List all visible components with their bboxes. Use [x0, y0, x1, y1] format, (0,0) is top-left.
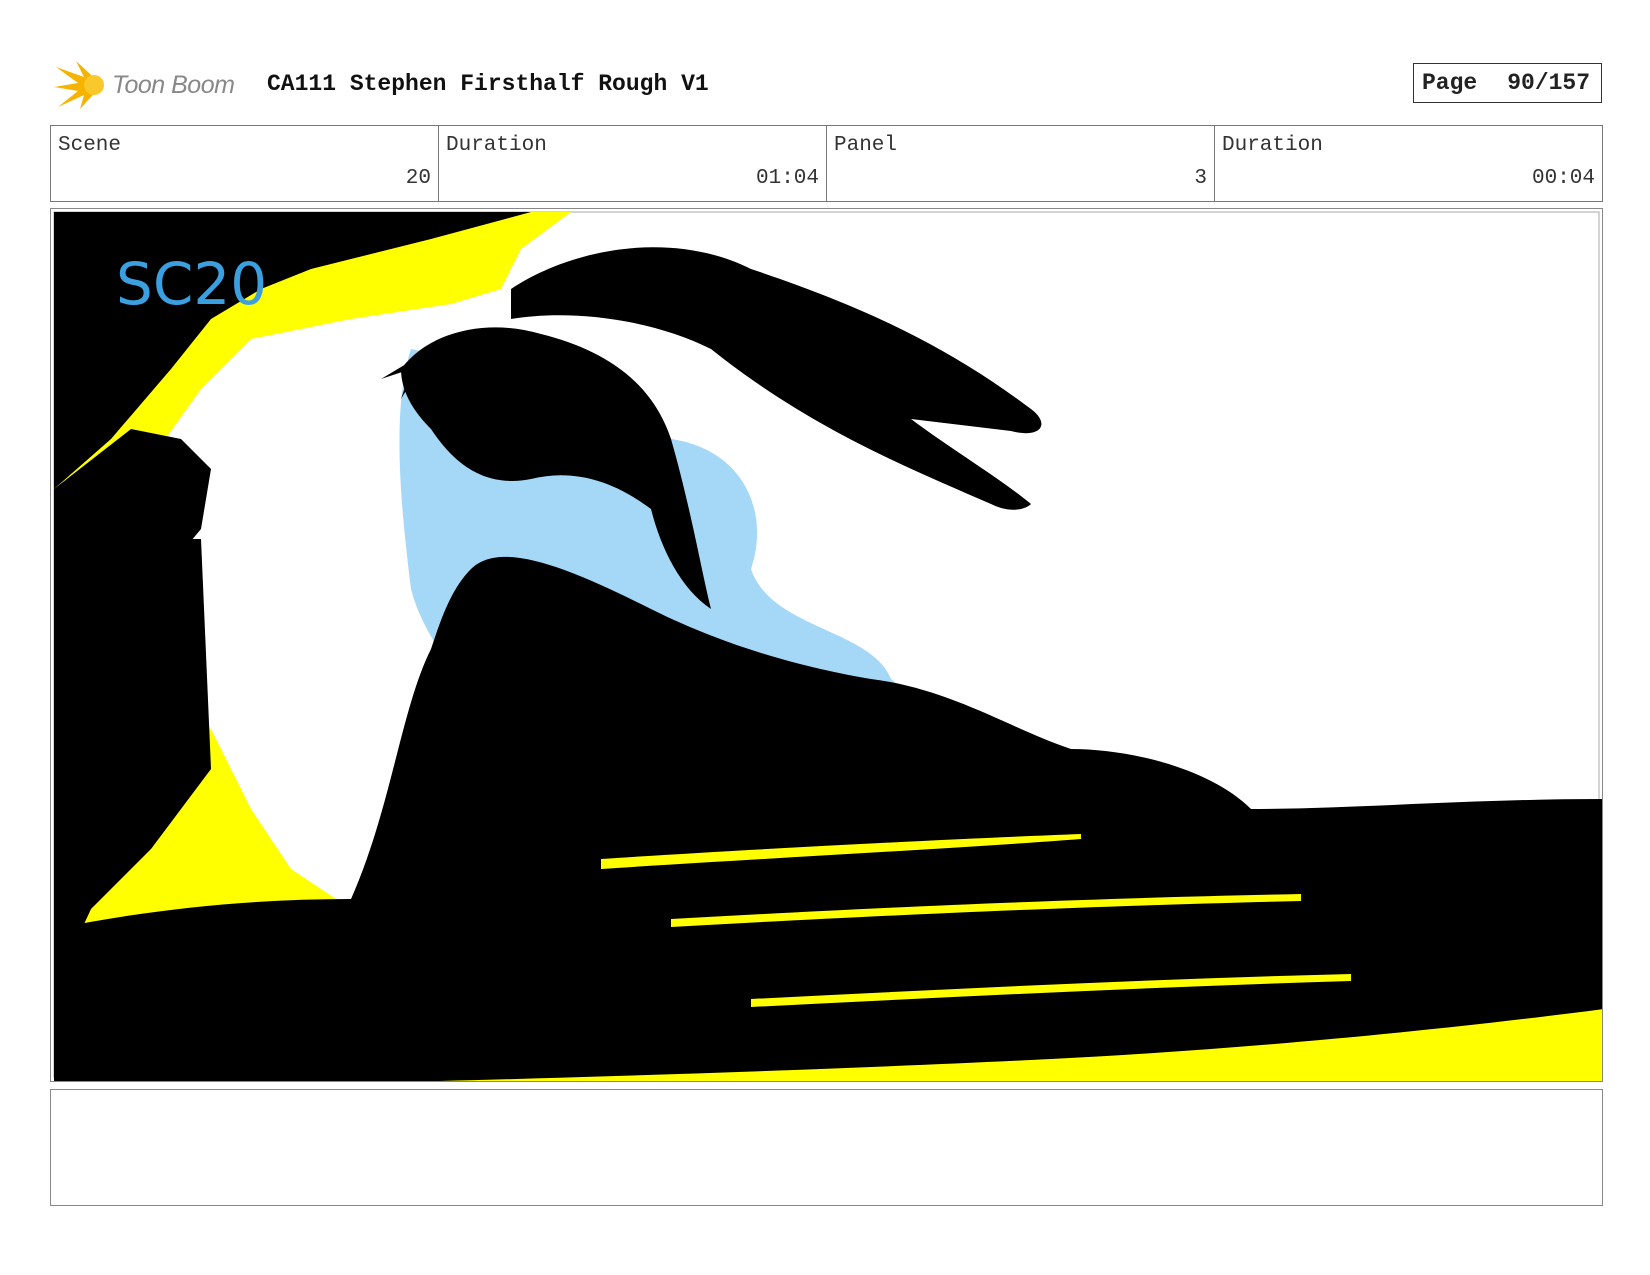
panel-label: Panel: [834, 134, 898, 157]
panel-duration-label: Duration: [1222, 134, 1323, 157]
toon-boom-logo: Toon Boom: [54, 59, 254, 109]
starburst-icon: [54, 61, 104, 109]
logo-text: Toon Boom: [112, 71, 235, 99]
document-title: CA111 Stephen Firsthalf Rough V1: [267, 71, 709, 97]
scene-duration-value: 01:04: [755, 167, 819, 190]
panel-notes-box[interactable]: [50, 1089, 1603, 1206]
page-indicator: Page 90/157: [1413, 63, 1602, 103]
scene-duration-cell: Duration 01:04: [439, 126, 827, 201]
panel-artwork: SC20: [51, 209, 1602, 1081]
scene-duration-label: Duration: [446, 134, 547, 157]
page-number: 90/157: [1507, 70, 1591, 96]
scene-info-table: Scene 20 Duration 01:04 Panel 3 Duration…: [50, 125, 1603, 202]
panel-duration-cell: Duration 00:04: [1215, 126, 1602, 201]
storyboard-panel[interactable]: SC20: [50, 208, 1603, 1082]
scene-label: Scene: [58, 134, 122, 157]
scene-value: 20: [405, 167, 431, 190]
scene-sketch-label: SC20: [116, 250, 267, 318]
panel-duration-value: 00:04: [1531, 167, 1595, 190]
panel-value: 3: [1194, 167, 1207, 190]
scene-cell: Scene 20: [51, 126, 439, 201]
page-header: Toon Boom CA111 Stephen Firsthalf Rough …: [50, 55, 1602, 115]
page-label: Page: [1422, 70, 1478, 96]
panel-cell: Panel 3: [827, 126, 1215, 201]
